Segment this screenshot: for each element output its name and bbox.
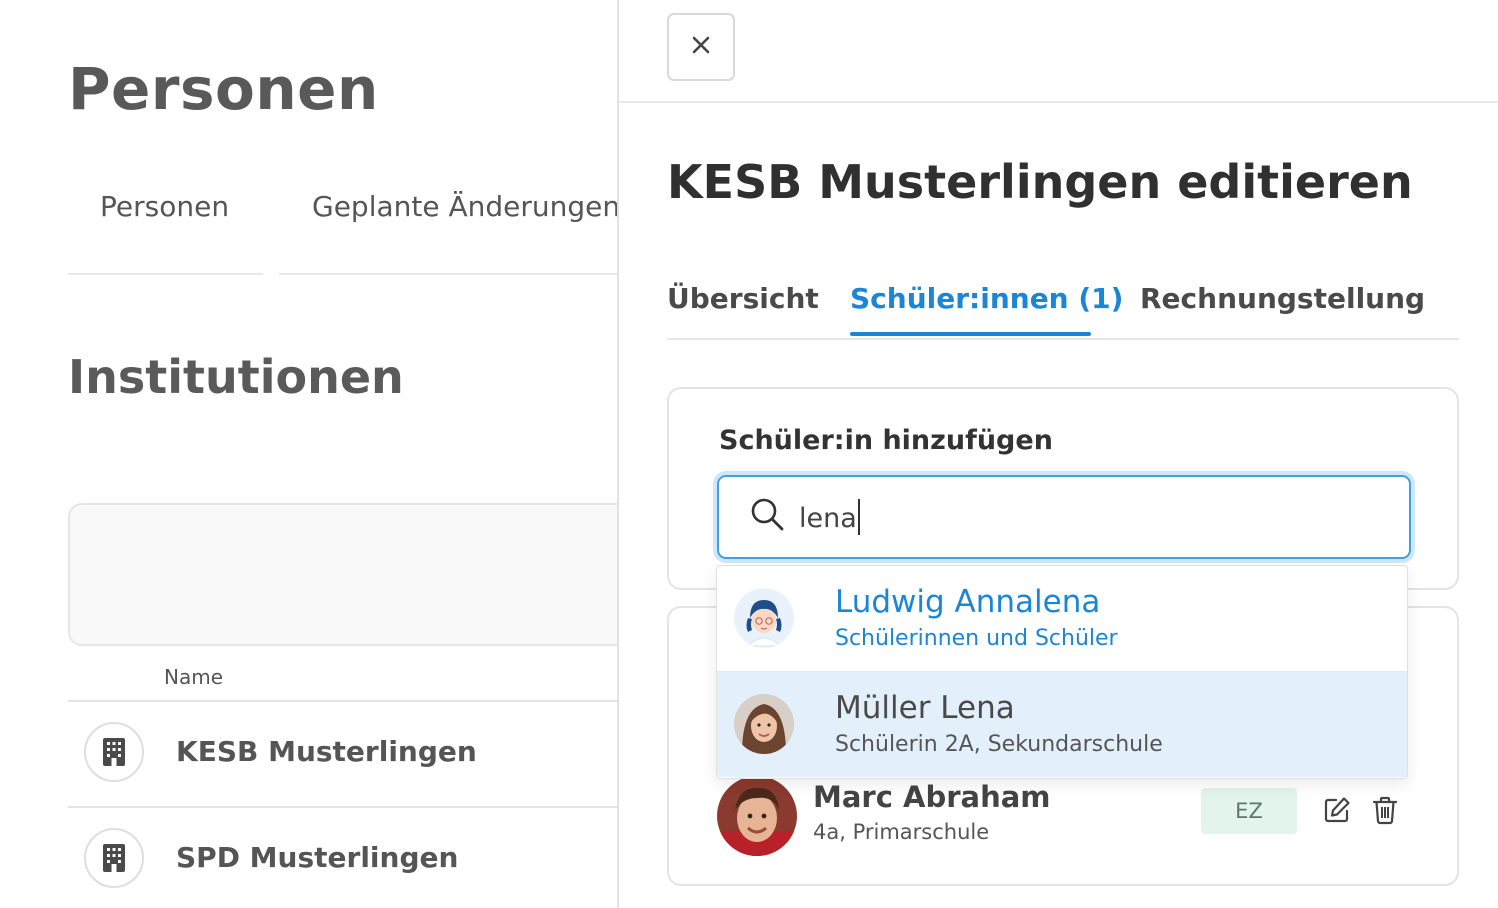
- background-page: Personen Personen Geplante Änderungen In…: [0, 0, 617, 908]
- status-badge: EZ: [1201, 788, 1297, 834]
- avatar: [734, 588, 794, 648]
- student-row[interactable]: Marc Abraham 4a, Primarschule EZ: [717, 776, 1417, 856]
- suggestion-subtitle: Schülerin 2A, Sekundarschule: [835, 732, 1163, 757]
- filter-panel: [68, 503, 617, 646]
- building-icon: [84, 828, 144, 888]
- avatar: [717, 776, 797, 856]
- tab-rechnungstellung[interactable]: Rechnungstellung: [1140, 282, 1425, 315]
- suggestion-item[interactable]: Ludwig Annalena Schülerinnen und Schüler: [717, 566, 1407, 673]
- tab-divider: [279, 273, 617, 275]
- drawer-title: KESB Musterlingen editieren: [667, 155, 1413, 209]
- close-icon: [691, 35, 711, 59]
- suggestion-name: Müller Lena: [835, 690, 1015, 726]
- student-name[interactable]: Marc Abraham: [813, 780, 1051, 814]
- search-suggestions-dropdown: Ludwig Annalena Schülerinnen und Schüler…: [716, 565, 1408, 779]
- add-student-label: Schüler:in hinzufügen: [719, 425, 1053, 456]
- page-title: Personen: [68, 55, 379, 123]
- institution-name[interactable]: KESB Musterlingen: [176, 735, 477, 768]
- tab-personen[interactable]: Personen: [100, 190, 229, 223]
- tab-divider: [68, 273, 263, 275]
- tab-uebersicht[interactable]: Übersicht: [667, 282, 819, 315]
- drawer-header-divider: [619, 101, 1498, 103]
- add-student-card: Schüler:in hinzufügen lena: [667, 387, 1459, 590]
- edit-icon[interactable]: [1319, 792, 1355, 828]
- suggestion-subtitle: Schülerinnen und Schüler: [835, 626, 1118, 651]
- search-icon: [749, 496, 785, 536]
- section-title: Institutionen: [68, 350, 404, 404]
- table-row[interactable]: SPD Musterlingen: [68, 808, 617, 908]
- suggestion-name: Ludwig Annalena: [835, 584, 1101, 620]
- close-button[interactable]: [667, 13, 735, 81]
- trash-icon[interactable]: [1367, 792, 1403, 828]
- suggestion-item[interactable]: Müller Lena Schülerin 2A, Sekundarschule: [717, 672, 1407, 777]
- avatar: [734, 694, 794, 754]
- column-header-name[interactable]: Name: [164, 665, 223, 689]
- student-class: 4a, Primarschule: [813, 820, 990, 844]
- building-icon: [84, 722, 144, 782]
- student-search-input[interactable]: lena: [717, 475, 1411, 559]
- table-row[interactable]: KESB Musterlingen: [68, 702, 617, 806]
- tab-schuelerinnen[interactable]: Schüler:innen (1): [850, 282, 1123, 315]
- institution-name[interactable]: SPD Musterlingen: [176, 841, 458, 874]
- drawer-tabs: Übersicht Schüler:innen (1) Rechnungstel…: [667, 268, 1459, 340]
- active-tab-indicator: [850, 332, 1091, 336]
- tab-geplante-aenderungen[interactable]: Geplante Änderungen: [312, 190, 617, 223]
- search-input-value[interactable]: lena: [799, 499, 860, 535]
- text-caret: [857, 499, 860, 535]
